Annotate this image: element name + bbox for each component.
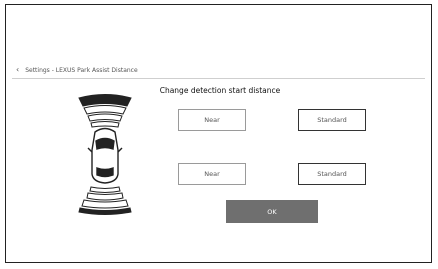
- front-near-button[interactable]: Near: [178, 109, 246, 131]
- rear-standard-button[interactable]: Standard: [298, 163, 366, 185]
- front-standard-button[interactable]: Standard: [298, 109, 366, 131]
- page-title: Change detection start distance: [159, 86, 281, 95]
- chevron-left-icon[interactable]: ‹: [16, 66, 19, 74]
- car-top-view-icon: [75, 92, 135, 216]
- breadcrumb: Settings - LEXUS Park Assist Distance: [25, 66, 138, 74]
- infotainment-screen: ‹ Settings - LEXUS Park Assist Distance: [5, 4, 432, 263]
- rear-near-button[interactable]: Near: [178, 163, 246, 185]
- rear-sensor-zone: [78, 186, 132, 215]
- car-body: [87, 127, 123, 184]
- ok-button[interactable]: OK: [226, 200, 318, 223]
- header-divider: [12, 78, 425, 79]
- header-bar: ‹ Settings - LEXUS Park Assist Distance: [16, 61, 426, 79]
- front-sensor-zone: [78, 94, 132, 128]
